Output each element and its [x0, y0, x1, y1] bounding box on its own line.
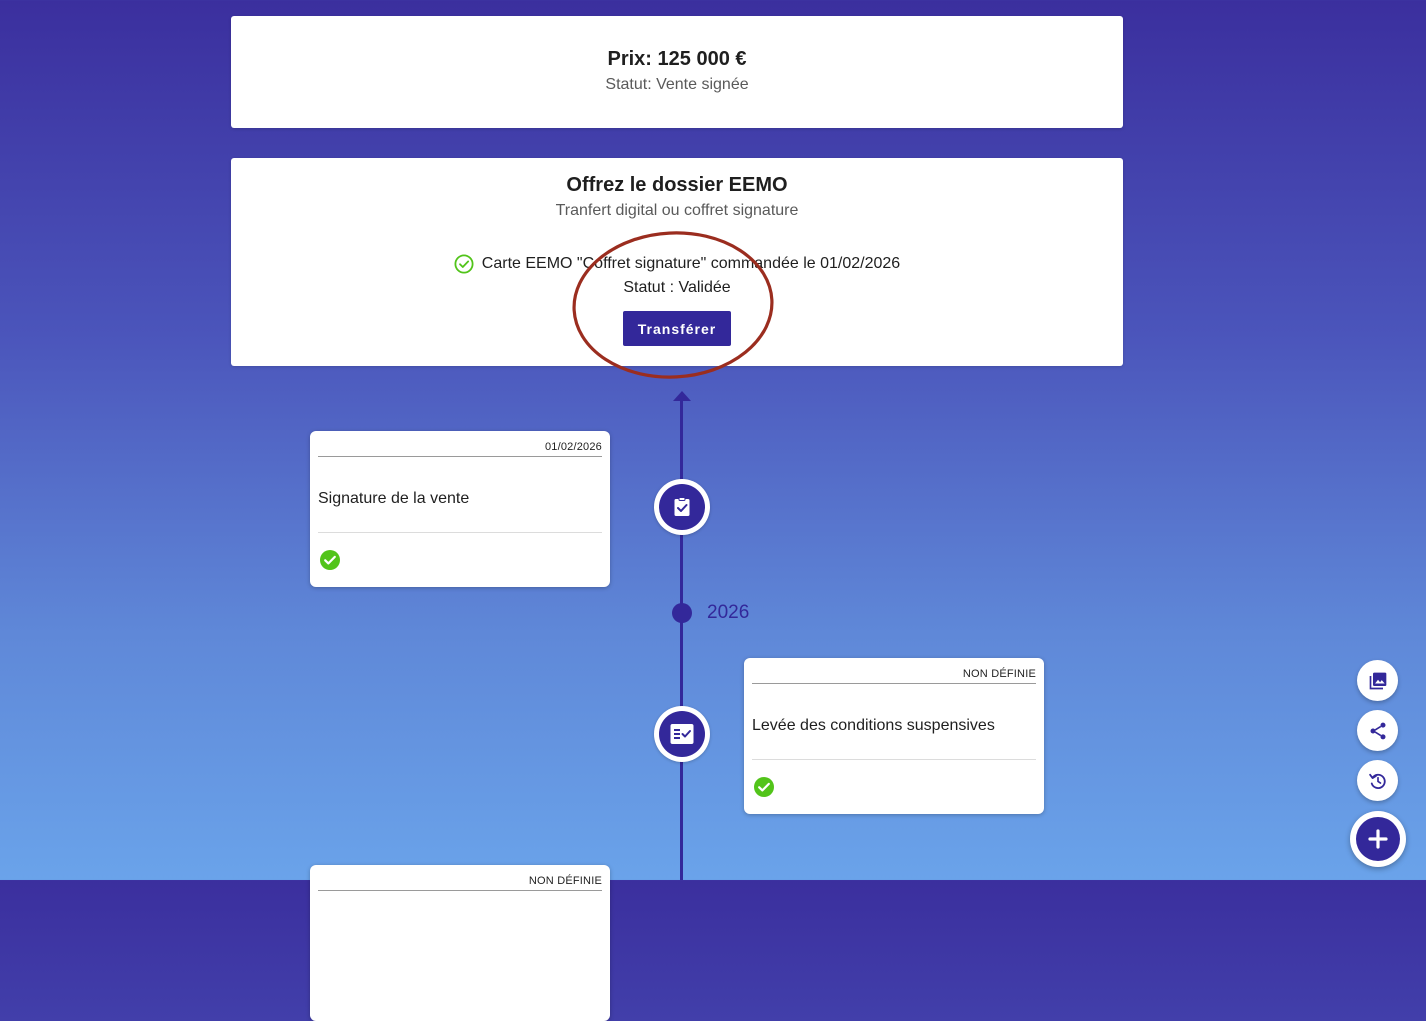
timeline-event-card[interactable]: NON DÉFINIE Levée des conditions suspens… — [744, 658, 1044, 814]
fact-check-icon — [670, 724, 694, 744]
check-circle-outline-icon — [454, 254, 474, 274]
event-divider — [752, 759, 1036, 760]
price-card: Prix: 125 000 € Statut: Vente signée — [231, 16, 1123, 128]
event-date: 01/02/2026 — [544, 441, 602, 453]
check-circle-icon — [320, 550, 340, 570]
gallery-button[interactable] — [1357, 660, 1398, 701]
timeline-line — [680, 398, 683, 880]
order-text: Carte EEMO "Coffret signature" commandée… — [481, 255, 901, 272]
photo-library-icon — [1369, 672, 1386, 689]
year-marker-dot — [672, 603, 692, 623]
history-icon — [1368, 773, 1386, 789]
transfer-button[interactable]: Transférer — [623, 311, 731, 346]
offer-title: Offrez le dossier EEMO — [566, 174, 788, 196]
sale-status: Statut: Vente signée — [605, 76, 749, 93]
event-title: Signature de la vente — [318, 490, 470, 507]
event-divider — [318, 532, 602, 533]
order-line: Carte EEMO "Coffret signature" commandée… — [231, 254, 1123, 274]
timeline-event-card[interactable]: 01/02/2026 Signature de la vente — [310, 431, 610, 587]
share-icon — [1370, 722, 1385, 739]
event-title: Levée des conditions suspensives — [752, 717, 995, 734]
timeline-node — [654, 479, 710, 535]
event-divider — [318, 456, 602, 457]
event-date: NON DÉFINIE — [962, 668, 1036, 680]
timeline-arrow-up-icon — [673, 391, 691, 401]
clipboard-check-icon — [674, 497, 690, 516]
timeline-node — [654, 706, 710, 762]
eemo-offer-card: Offrez le dossier EEMO Tranfert digital … — [231, 158, 1123, 366]
event-divider — [318, 890, 602, 891]
check-circle-icon — [754, 777, 774, 797]
timeline-event-card[interactable]: NON DÉFINIE — [310, 865, 610, 1021]
add-icon — [1368, 829, 1388, 849]
offer-status: Statut : Validée — [623, 279, 731, 296]
add-button[interactable] — [1350, 811, 1406, 867]
share-button[interactable] — [1357, 710, 1398, 751]
event-divider — [752, 683, 1036, 684]
offer-subtitle: Tranfert digital ou coffret signature — [555, 202, 799, 219]
price-title: Prix: 125 000 € — [607, 48, 747, 70]
year-label: 2026 — [707, 602, 750, 623]
event-date: NON DÉFINIE — [528, 875, 602, 887]
history-button[interactable] — [1357, 760, 1398, 801]
